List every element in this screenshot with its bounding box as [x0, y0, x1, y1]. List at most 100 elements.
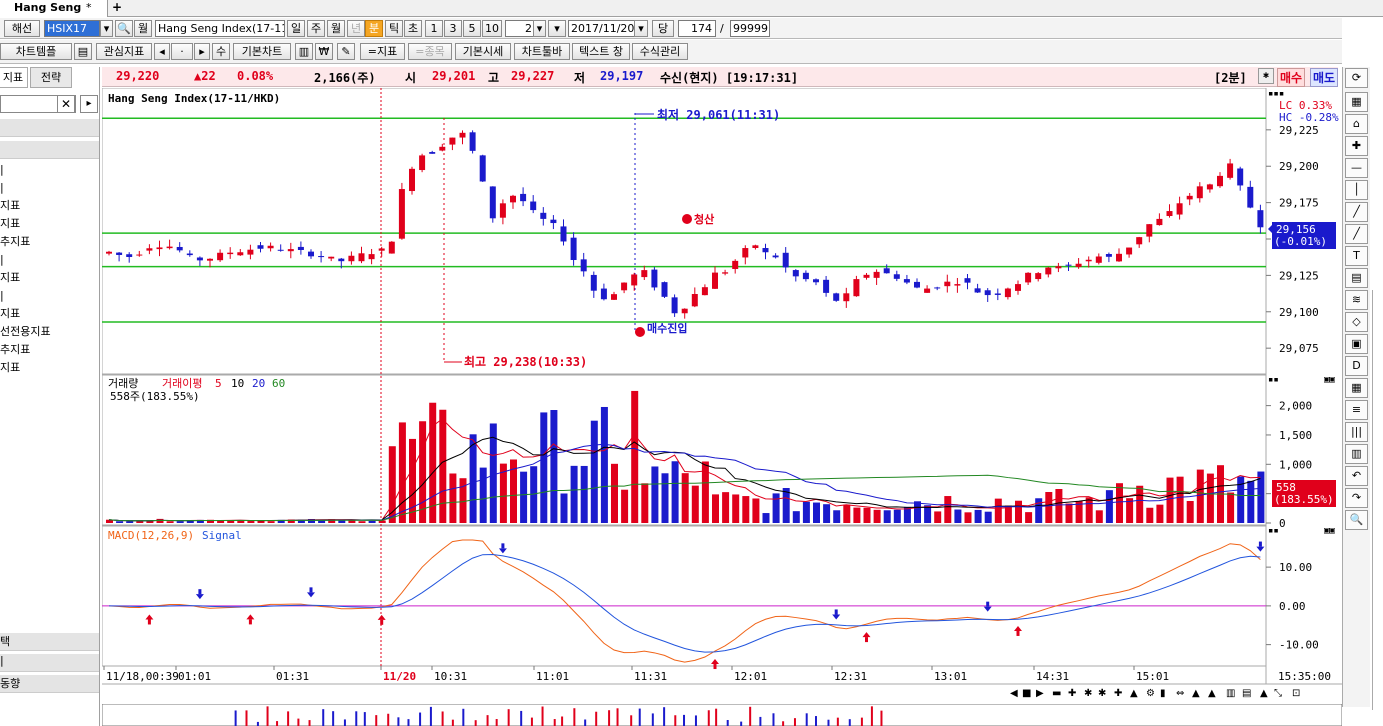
list-item[interactable]: 추지표 — [0, 233, 30, 251]
fill-icon[interactable]: ▤ — [1345, 268, 1368, 288]
fibonacci-icon[interactable]: ≋ — [1345, 290, 1368, 310]
overview-strip[interactable] — [102, 704, 1342, 726]
magnify-icon[interactable]: 🔍 — [1345, 510, 1368, 530]
interval-5-button[interactable]: 5 — [463, 20, 481, 37]
list-item[interactable]: | — [0, 287, 4, 305]
tab-close-icon[interactable]: * — [86, 1, 92, 14]
table-tool-icon[interactable]: ▥ — [1345, 444, 1368, 464]
text-tool-icon[interactable]: T — [1345, 246, 1368, 266]
chart-template-button[interactable]: 차트템플 — [0, 43, 72, 60]
list-item[interactable]: | — [0, 161, 4, 179]
basic-quote-button[interactable]: 기본시세 — [455, 43, 511, 60]
date-dropdown-icon[interactable]: ▾ — [634, 20, 648, 37]
code-input[interactable]: HSIX17 — [44, 20, 100, 37]
horizontal-line-icon[interactable]: — — [1345, 158, 1368, 178]
market-button[interactable]: 해선 — [4, 20, 40, 37]
formula-manager-button[interactable]: 수식관리 — [632, 43, 688, 60]
sell-button[interactable]: 매도 — [1310, 68, 1339, 87]
undo-icon[interactable]: ↶ — [1345, 466, 1368, 486]
bars-tool-icon[interactable]: ||| — [1345, 422, 1368, 442]
interval-3-button[interactable]: 3 — [444, 20, 462, 37]
list-item[interactable]: 지표 — [0, 197, 20, 215]
period-tick-button[interactable]: 틱 — [385, 20, 403, 37]
currency-icon[interactable]: ₩ — [315, 43, 333, 60]
chart-toolbar-button[interactable]: 차트툴바 — [514, 43, 570, 60]
bars-icon[interactable]: ▮ — [1160, 688, 1166, 699]
list-item[interactable]: | — [0, 179, 4, 197]
grid-tool-icon[interactable]: ▦ — [1345, 378, 1368, 398]
add-symbol-button[interactable]: =종목 — [408, 43, 452, 60]
buy-button[interactable]: 매수 — [1277, 68, 1306, 87]
d-tool-icon[interactable]: D — [1345, 356, 1368, 376]
zoom-out-icon[interactable]: ▬ — [1052, 688, 1061, 699]
next-icon[interactable]: ▸ — [194, 43, 210, 60]
bottom-group-item[interactable]: 동향 — [0, 675, 99, 693]
basic-chart-button[interactable]: 기본차트 — [233, 43, 291, 60]
save-icon[interactable]: ▤ — [74, 43, 92, 60]
trend-line-icon[interactable]: ╱ — [1345, 202, 1368, 222]
today-button[interactable]: 당 — [652, 20, 674, 37]
arrows-icon[interactable]: ⇔ — [1176, 688, 1184, 699]
tools-icon[interactable]: ✎ — [337, 43, 355, 60]
collapse-icon[interactable]: ▸ — [80, 95, 98, 113]
refresh-icon[interactable]: ⟳ — [1345, 68, 1368, 88]
add-indicator-button[interactable]: =지표 — [360, 43, 405, 60]
period-week-button[interactable]: 주 — [307, 20, 325, 37]
triangle-icon[interactable]: ▲ — [1130, 688, 1138, 699]
list-item[interactable]: 지표 — [0, 215, 20, 233]
lines-icon[interactable]: ▥ — [1226, 688, 1235, 699]
fullscreen-icon[interactable]: ⊡ — [1292, 688, 1300, 699]
text-window-button[interactable]: 텍스트 창 — [572, 43, 630, 60]
tab-indicators[interactable]: 지표 — [0, 67, 28, 88]
list-item[interactable]: 지표 — [0, 269, 20, 287]
pane-control-icon[interactable]: ▪▪ — [1268, 526, 1279, 536]
layout-icon[interactable]: ▦ — [1345, 92, 1368, 112]
interval-dropdown-icon[interactable]: ▾ — [533, 20, 546, 37]
list-item[interactable]: 추지표 — [0, 341, 30, 359]
zoom-more-icon[interactable]: ✚ — [1114, 688, 1122, 699]
scroll-left-icon[interactable]: ◀ — [1010, 688, 1018, 699]
bottom-group-item[interactable]: 택 — [0, 633, 99, 651]
lock-icon[interactable]: ▲ — [1208, 688, 1216, 699]
pane-control-icon[interactable]: ▪▪ — [1268, 375, 1279, 385]
list-item[interactable]: | — [0, 251, 4, 269]
redo-icon[interactable]: ↷ — [1345, 488, 1368, 508]
interval-10-button[interactable]: 10 — [482, 20, 502, 37]
list-item[interactable]: 지표 — [0, 305, 20, 323]
auto-trend-icon[interactable]: ╱ — [1345, 224, 1368, 244]
zoom-fit-icon[interactable]: ✱ — [1098, 688, 1106, 699]
period-day-button[interactable]: 일 — [287, 20, 305, 37]
period-month-button[interactable]: 월 — [327, 20, 345, 37]
vertical-line-icon[interactable]: │ — [1345, 180, 1368, 200]
calendar-icon[interactable]: ▾ — [548, 20, 566, 37]
bottom-group-item[interactable]: | — [0, 654, 99, 672]
settings-icon[interactable]: ✱ — [1258, 68, 1274, 84]
chart-area[interactable]: 29,22529,20029,17529,15029,12529,10029,0… — [102, 88, 1342, 704]
box-tool-icon[interactable]: ▣ — [1345, 334, 1368, 354]
scroll-right-icon[interactable]: ▶ — [1036, 688, 1044, 699]
chart-type-icon[interactable]: ▤ — [1242, 688, 1251, 699]
select-icon[interactable]: ▲ — [1192, 688, 1200, 699]
max-count-input[interactable]: 99999 — [730, 20, 770, 37]
count-input[interactable]: 174 — [678, 20, 716, 37]
pane-control-icon[interactable]: ▪▪▪ — [1268, 89, 1284, 99]
pane-maximize-icon[interactable]: ▣▣ — [1324, 526, 1335, 536]
list-item[interactable]: 선전용지표 — [0, 323, 51, 341]
home-icon[interactable]: ⌂ — [1345, 114, 1368, 134]
favorite-indicator-button[interactable]: 관심지표 — [96, 43, 152, 60]
add-tab-icon[interactable]: + — [112, 0, 122, 14]
first-icon[interactable]: ◂ — [154, 43, 170, 60]
scale-icon[interactable]: ▲ — [1260, 688, 1268, 699]
formula-button[interactable]: 수 — [212, 43, 230, 60]
tab-strategy[interactable]: 전략 — [30, 67, 72, 88]
indicator-icon[interactable]: ▥ — [295, 43, 313, 60]
period-minute-button[interactable]: 분 — [365, 20, 383, 37]
chart-scroll-controls[interactable]: ◀ ■ ▶ ▬ ✚ ✱ ✱ ✚ ▲ ⚙ ▮ ⇔ ▲ ▲ ▥ ▤ ▲ ⤡ ⊡ — [1010, 688, 1342, 702]
scroll-thumb[interactable]: ■ — [1022, 688, 1031, 699]
code-dropdown-icon[interactable]: ▾ — [100, 20, 113, 37]
pane-maximize-icon[interactable]: ▣▣ — [1324, 375, 1335, 385]
interval-1-button[interactable]: 1 — [425, 20, 443, 37]
pattern-icon[interactable]: ◇ — [1345, 312, 1368, 332]
list-item[interactable]: 지표 — [0, 359, 20, 377]
zoom-in-icon[interactable]: ✚ — [1068, 688, 1076, 699]
